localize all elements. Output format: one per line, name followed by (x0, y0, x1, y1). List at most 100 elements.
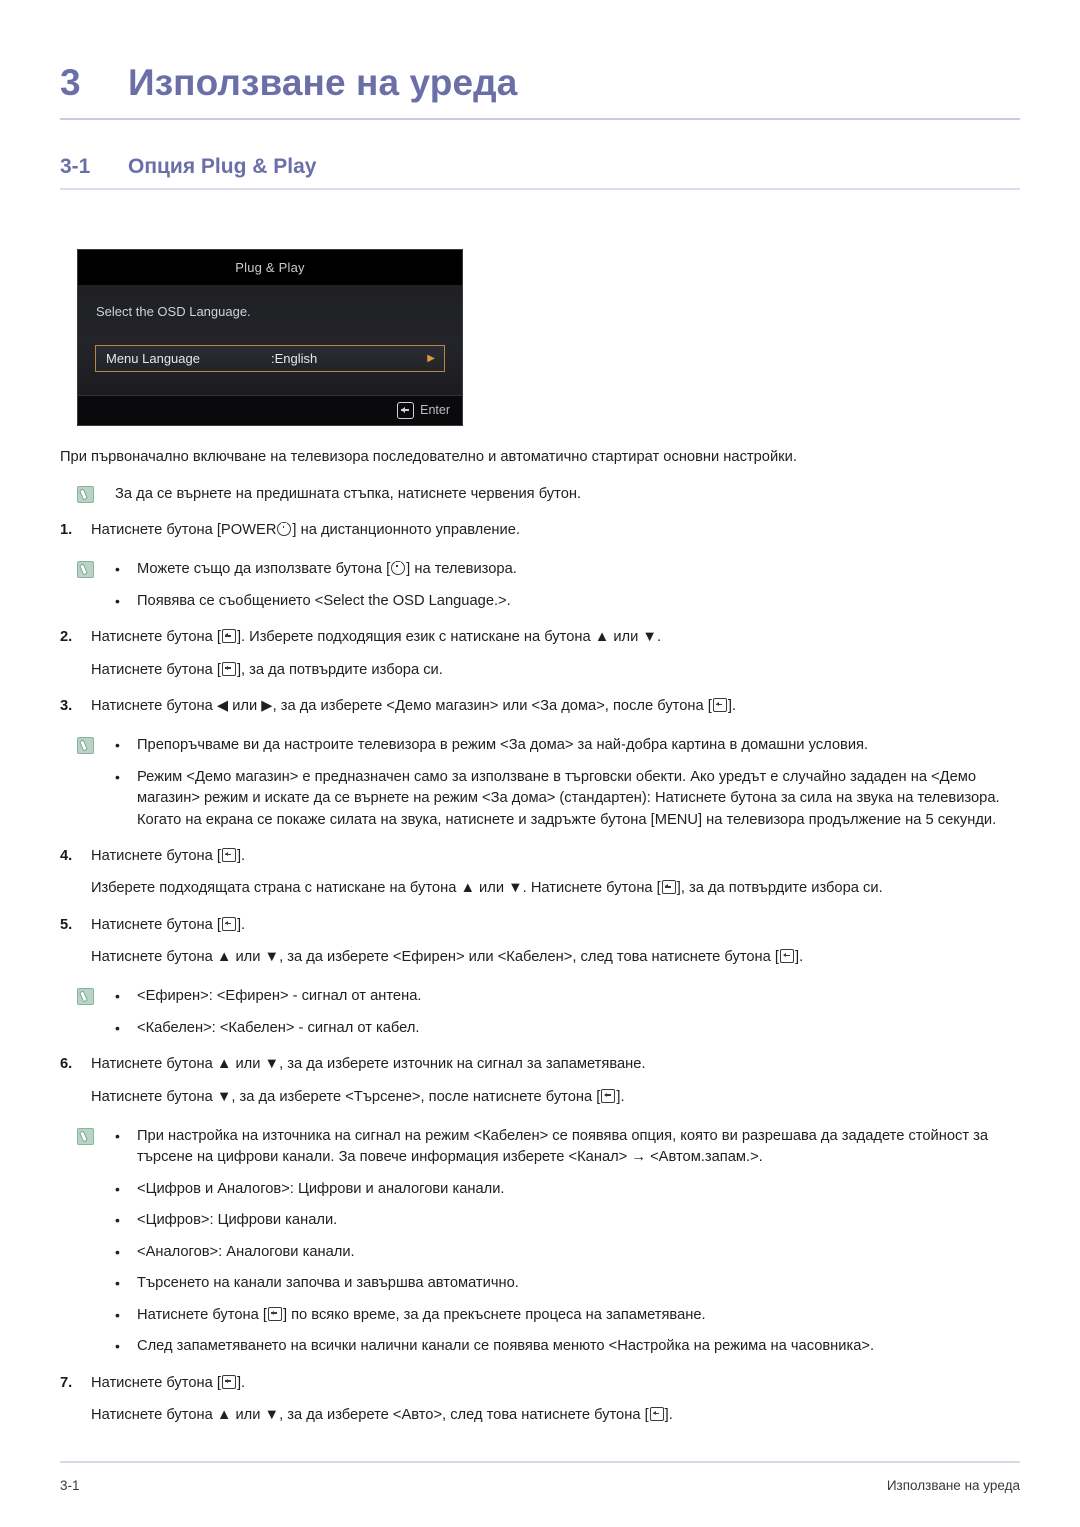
note-icon (77, 737, 94, 755)
step-line: Натиснете бутона []. Изберете подходящия… (91, 629, 662, 646)
step-line: Натиснете бутона [], за да потвърдите из… (91, 661, 443, 678)
enter-key-icon (397, 401, 415, 419)
procedure-step: 1. Натиснете бутона [POWER] на дистанцион… (60, 520, 1020, 541)
bullet-marker: • (115, 988, 120, 1005)
note-return-step: За да се върнете на предишната стъпка, н… (77, 484, 1020, 505)
note-bullet-list: • Препоръчваме ви да настроите телевизора… (115, 735, 1020, 831)
step-line: Натиснете бутона []. (91, 848, 246, 865)
list-item: • <Аналогов>: Аналогови канали. (115, 1242, 1020, 1263)
bullet-text: <Ефирен>: <Ефирен> - сигнал от антена. (137, 988, 422, 1005)
bullet-marker: • (115, 1212, 120, 1229)
osd-screenshot: Plug & Play Select the OSD Language. Men… (77, 248, 463, 426)
footer-section-name: Използване на уреда (886, 1478, 1020, 1493)
list-item: • <Кабелен>: <Кабелен> - сигнал от кабел. (115, 1018, 1020, 1039)
step-body: Натиснете бутона []. Изберете подходящата… (91, 846, 1020, 900)
bullet-text: Режим <Демо магазин> е предназначен само… (137, 768, 1000, 828)
bullet-marker: • (115, 1180, 120, 1197)
step-line: Изберете подходящата страна с натискане … (91, 880, 883, 897)
bullet-marker: • (115, 1019, 120, 1036)
bullet-text: Натиснете бутона [] по всяко време, за д… (137, 1306, 706, 1323)
bullet-text: При настройка на източника на сигнал на … (137, 1127, 989, 1166)
section-heading: 3-1 Опция Plug & Play (60, 155, 1020, 179)
note-block: • Можете също да използвате бутона [] на … (77, 559, 1020, 612)
bullet-text: Появява се съобщението <Select the OSD L… (137, 592, 511, 609)
step-number: 7. (60, 1374, 73, 1391)
bullet-text: <Кабелен>: <Кабелен> - сигнал от кабел. (137, 1019, 420, 1036)
list-item: • След запаметяването на всички налични к… (115, 1336, 1020, 1357)
enter-key-icon (221, 916, 236, 931)
list-item: • <Цифров>: Цифрови канали. (115, 1210, 1020, 1231)
step-number: 1. (60, 522, 73, 539)
chapter-number: 3 (60, 62, 81, 103)
power-icon (277, 522, 292, 537)
step-body: Натиснете бутона []. Натиснете бутона ▲ и… (91, 915, 1020, 969)
list-item: • Режим <Демо магазин> е предназначен сам… (115, 767, 1020, 831)
step-number: 2. (60, 629, 73, 646)
procedure-step: 6. Натиснете бутона ▲ или ▼, за да избере… (60, 1054, 1020, 1108)
step-number: 6. (60, 1056, 73, 1073)
bullet-marker: • (115, 1306, 120, 1323)
note-icon (77, 561, 94, 579)
bullet-text: <Цифров и Аналогов>: Цифрови и аналогови… (137, 1180, 505, 1197)
enter-key-icon (661, 880, 676, 895)
note-bullet-list: • Можете също да използвате бутона [] на … (115, 559, 1020, 612)
osd-panel: Plug & Play Select the OSD Language. Men… (77, 248, 463, 426)
page-footer: 3-1 Използване на уреда (60, 1478, 1020, 1493)
enter-key-icon (267, 1306, 282, 1321)
step-number: 4. (60, 848, 73, 865)
enter-key-icon (712, 697, 727, 712)
section-divider (60, 188, 1020, 190)
osd-menu-language-row[interactable]: Menu Language :English ▶ (95, 344, 445, 372)
note-icon (77, 485, 94, 503)
procedure-step: 2. Натиснете бутона []. Изберете подходящ… (60, 627, 1020, 681)
note-icon (77, 1127, 94, 1145)
procedure-step: 5. Натиснете бутона []. Натиснете бутона ▲… (60, 915, 1020, 969)
osd-row-value: :English (271, 350, 318, 366)
step-number: 5. (60, 916, 73, 933)
bullet-text: <Цифров>: Цифрови канали. (137, 1212, 338, 1229)
list-item: • Можете също да използвате бутона [] на … (115, 559, 1020, 580)
step-line: Натиснете бутона ▲ или ▼, за да изберете… (91, 1406, 673, 1423)
osd-footer: Enter (78, 394, 462, 425)
procedure-step: 4. Натиснете бутона []. Изберете подходяща… (60, 846, 1020, 900)
step-line: Натиснете бутона []. (91, 1374, 246, 1391)
note-bullet-list: • При настройка на източника на сигнал на… (115, 1126, 1020, 1358)
bullet-marker: • (115, 768, 120, 785)
chapter-heading: 3 Използване на уреда (60, 0, 1020, 104)
chevron-right-icon: ▶ (427, 352, 435, 364)
bullet-text: След запаметяването на всички налични ка… (137, 1338, 875, 1355)
procedure-flow: 1. Натиснете бутона [POWER] на дистанцион… (60, 520, 1020, 1426)
enter-key-icon (221, 848, 236, 863)
step-line: Натиснете бутона ▲ или ▼, за да изберете… (91, 1056, 646, 1073)
enter-key-icon (221, 1374, 236, 1389)
bullet-marker: • (115, 1338, 120, 1355)
enter-key-icon (221, 661, 236, 676)
note-block: • Препоръчваме ви да настроите телевизора… (77, 735, 1020, 831)
step-line: Натиснете бутона ▼, за да изберете <Търс… (91, 1088, 625, 1105)
note-icon (77, 988, 94, 1006)
bullet-text: Можете също да използвате бутона [] на т… (137, 561, 517, 578)
procedure-step: 7. Натиснете бутона []. Натиснете бутона ▲… (60, 1373, 1020, 1427)
step-body: Натиснете бутона ▲ или ▼, за да изберете… (91, 1054, 1020, 1108)
bullet-marker: • (115, 737, 120, 754)
list-item: • Натиснете бутона [] по всяко време, за … (115, 1305, 1020, 1326)
step-body: Натиснете бутона []. Натиснете бутона ▲ и… (91, 1373, 1020, 1427)
footer-page-number: 3-1 (60, 1478, 80, 1493)
step-line: Натиснете бутона ▲ или ▼, за да изберете… (91, 949, 804, 966)
footer-divider (60, 1461, 1020, 1463)
step-line: Натиснете бутона ◀ или ▶, за да изберете… (91, 697, 737, 714)
section-number: 3-1 (60, 155, 91, 178)
list-item: • Появява се съобщението <Select the OSD … (115, 591, 1020, 612)
list-item: • Търсенето на канали започва и завършва … (115, 1273, 1020, 1294)
osd-prompt: Select the OSD Language. (96, 303, 251, 319)
section-title: Опция Plug & Play (128, 155, 317, 178)
power-icon (391, 561, 406, 576)
step-body: Натиснете бутона [POWER] на дистанционно… (91, 520, 1020, 541)
bullet-marker: • (115, 1127, 120, 1144)
bullet-marker: • (115, 592, 120, 609)
note-block: • При настройка на източника на сигнал на… (77, 1126, 1020, 1358)
bullet-marker: • (115, 561, 120, 578)
bullet-text: Препоръчваме ви да настроите телевизора … (137, 737, 869, 754)
list-item: • <Цифров и Аналогов>: Цифрови и аналогов… (115, 1179, 1020, 1200)
step-body: Натиснете бутона []. Изберете подходящия… (91, 627, 1020, 681)
